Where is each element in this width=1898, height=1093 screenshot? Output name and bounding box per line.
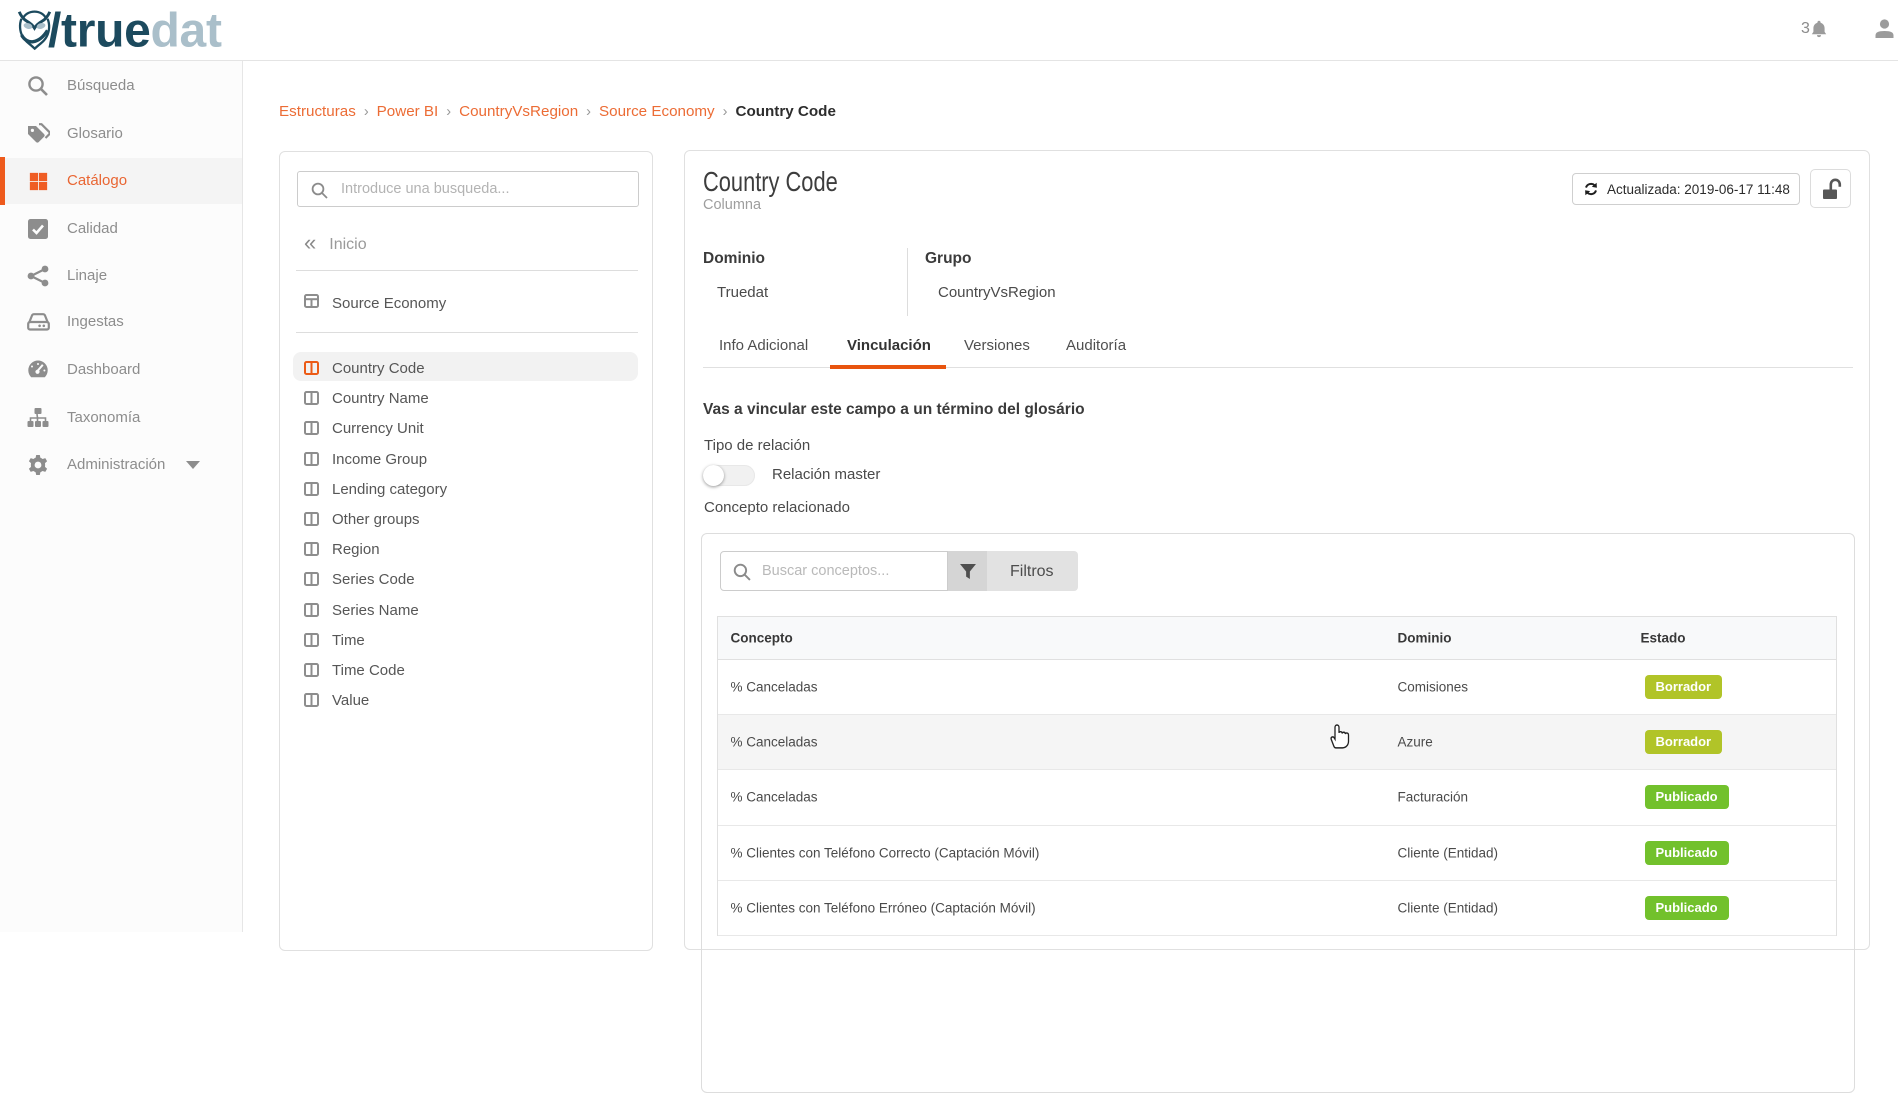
svg-text:/truedat: /truedat — [48, 9, 222, 57]
